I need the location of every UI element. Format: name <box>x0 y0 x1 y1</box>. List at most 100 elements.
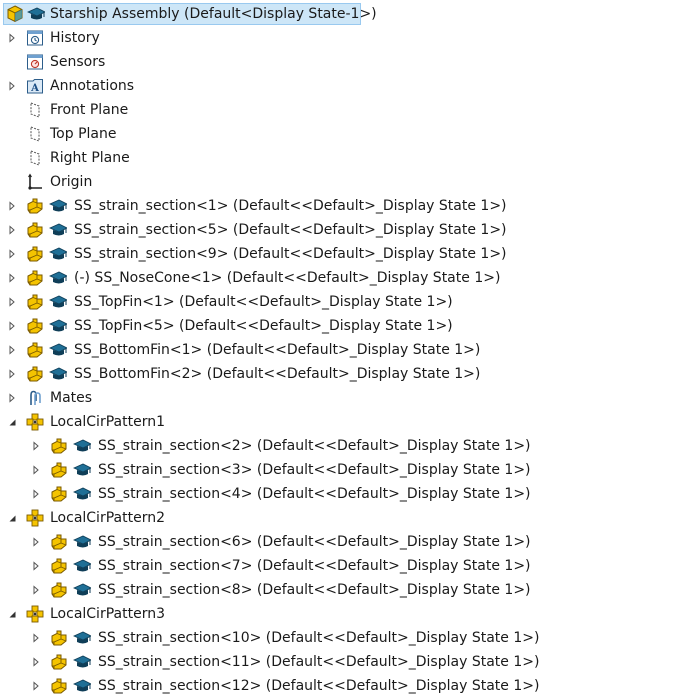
part-icon <box>26 365 44 383</box>
tree-item-ss2[interactable]: SS_strain_section<2> (Default<<Default>_… <box>0 434 679 458</box>
tree-root[interactable]: Starship Assembly (Default<Display State… <box>0 2 679 26</box>
tree-item-botfin1[interactable]: SS_BottomFin<1> (Default<<Default>_Displ… <box>0 338 679 362</box>
tree-item-top-plane[interactable]: Top Plane <box>0 122 679 146</box>
tree-item-label: LocalCirPattern3 <box>50 606 165 622</box>
display-state-icon <box>49 245 67 263</box>
part-icon <box>26 293 44 311</box>
tree-item-pat3[interactable]: LocalCirPattern3 <box>0 602 679 626</box>
tree-item-sensors[interactable]: Sensors <box>0 50 679 74</box>
tree-item-label: LocalCirPattern2 <box>50 510 165 526</box>
collapsed-arrow-icon[interactable] <box>7 321 17 331</box>
collapsed-arrow-icon[interactable] <box>31 681 41 691</box>
origin-icon <box>26 173 44 191</box>
collapsed-arrow-icon[interactable] <box>31 465 41 475</box>
tree-item-front-plane[interactable]: Front Plane <box>0 98 679 122</box>
part-icon <box>50 653 68 671</box>
display-state-icon <box>73 629 91 647</box>
tree-item-label: SS_strain_section<7> (Default<<Default>_… <box>98 558 531 574</box>
tree-item-label: SS_strain_section<3> (Default<<Default>_… <box>98 462 531 478</box>
tree-item-ss11[interactable]: SS_strain_section<11> (Default<<Default>… <box>0 650 679 674</box>
tree-item-ss7[interactable]: SS_strain_section<7> (Default<<Default>_… <box>0 554 679 578</box>
tree-item-label: Sensors <box>50 54 106 70</box>
root-label: Starship Assembly (Default<Display State… <box>50 6 377 22</box>
tree-item-history[interactable]: History <box>0 26 679 50</box>
collapsed-arrow-icon[interactable] <box>7 201 17 211</box>
history-icon <box>26 29 44 47</box>
part-icon <box>50 485 68 503</box>
part-icon <box>26 269 44 287</box>
feature-manager-tree: Starship Assembly (Default<Display State… <box>0 0 679 698</box>
tree-item-ss5[interactable]: SS_strain_section<5> (Default<<Default>_… <box>0 218 679 242</box>
tree-item-label: SS_strain_section<8> (Default<<Default>_… <box>98 582 531 598</box>
tree-item-label: SS_strain_section<1> (Default<<Default>_… <box>74 198 507 214</box>
display-state-icon <box>49 269 67 287</box>
collapsed-arrow-icon[interactable] <box>7 33 17 43</box>
display-state-icon <box>49 365 67 383</box>
part-icon <box>50 629 68 647</box>
plane-icon <box>26 149 44 167</box>
expanded-arrow-icon[interactable] <box>7 513 17 523</box>
tree-item-right-plane[interactable]: Right Plane <box>0 146 679 170</box>
tree-item-ss8[interactable]: SS_strain_section<8> (Default<<Default>_… <box>0 578 679 602</box>
assembly-icon <box>6 5 24 23</box>
collapsed-arrow-icon[interactable] <box>7 393 17 403</box>
tree-item-origin[interactable]: Origin <box>0 170 679 194</box>
collapsed-arrow-icon[interactable] <box>7 81 17 91</box>
display-state-icon <box>49 293 67 311</box>
collapsed-arrow-icon[interactable] <box>7 345 17 355</box>
tree-item-pat2[interactable]: LocalCirPattern2 <box>0 506 679 530</box>
tree-item-pat1[interactable]: LocalCirPattern1 <box>0 410 679 434</box>
part-icon <box>50 461 68 479</box>
display-state-icon <box>49 197 67 215</box>
expanded-arrow-icon[interactable] <box>7 609 17 619</box>
tree-item-label: SS_strain_section<9> (Default<<Default>_… <box>74 246 507 262</box>
plane-icon <box>26 101 44 119</box>
tree-item-label: SS_BottomFin<2> (Default<<Default>_Displ… <box>74 366 481 382</box>
collapsed-arrow-icon[interactable] <box>7 225 17 235</box>
tree-item-label: SS_TopFin<1> (Default<<Default>_Display … <box>74 294 453 310</box>
collapsed-arrow-icon[interactable] <box>31 489 41 499</box>
tree-item-ss4[interactable]: SS_strain_section<4> (Default<<Default>_… <box>0 482 679 506</box>
tree-item-ss3[interactable]: SS_strain_section<3> (Default<<Default>_… <box>0 458 679 482</box>
tree-item-topfin5[interactable]: SS_TopFin<5> (Default<<Default>_Display … <box>0 314 679 338</box>
tree-item-ss12[interactable]: SS_strain_section<12> (Default<<Default>… <box>0 674 679 698</box>
collapsed-arrow-icon[interactable] <box>31 633 41 643</box>
collapsed-arrow-icon[interactable] <box>31 657 41 667</box>
tree-item-nose[interactable]: (-) SS_NoseCone<1> (Default<<Default>_Di… <box>0 266 679 290</box>
collapsed-arrow-icon[interactable] <box>31 561 41 571</box>
part-icon <box>50 533 68 551</box>
tree-item-ss9[interactable]: SS_strain_section<9> (Default<<Default>_… <box>0 242 679 266</box>
collapsed-arrow-icon[interactable] <box>31 441 41 451</box>
part-icon <box>26 341 44 359</box>
tree-item-ss6[interactable]: SS_strain_section<6> (Default<<Default>_… <box>0 530 679 554</box>
mates-icon <box>26 389 44 407</box>
tree-item-label: Top Plane <box>50 126 117 142</box>
tree-item-label: Origin <box>50 174 93 190</box>
tree-item-ss10[interactable]: SS_strain_section<10> (Default<<Default>… <box>0 626 679 650</box>
collapsed-arrow-icon[interactable] <box>31 537 41 547</box>
tree-item-botfin2[interactable]: SS_BottomFin<2> (Default<<Default>_Displ… <box>0 362 679 386</box>
sensor-icon <box>26 53 44 71</box>
display-state-icon <box>73 557 91 575</box>
pattern-icon <box>26 605 44 623</box>
part-icon <box>50 677 68 695</box>
tree-item-label: Front Plane <box>50 102 129 118</box>
pattern-icon <box>26 413 44 431</box>
expanded-arrow-icon[interactable] <box>7 417 17 427</box>
tree-item-label: SS_strain_section<2> (Default<<Default>_… <box>98 438 531 454</box>
part-icon <box>26 245 44 263</box>
display-state-icon <box>73 533 91 551</box>
part-icon <box>26 197 44 215</box>
tree-item-ss1[interactable]: SS_strain_section<1> (Default<<Default>_… <box>0 194 679 218</box>
collapsed-arrow-icon[interactable] <box>31 585 41 595</box>
tree-item-label: SS_strain_section<10> (Default<<Default>… <box>98 630 540 646</box>
annotation-icon: A <box>26 77 44 95</box>
tree-item-mates[interactable]: Mates <box>0 386 679 410</box>
collapsed-arrow-icon[interactable] <box>7 273 17 283</box>
tree-item-annotations[interactable]: A Annotations <box>0 74 679 98</box>
tree-item-label: SS_TopFin<5> (Default<<Default>_Display … <box>74 318 453 334</box>
tree-item-topfin1[interactable]: SS_TopFin<1> (Default<<Default>_Display … <box>0 290 679 314</box>
collapsed-arrow-icon[interactable] <box>7 369 17 379</box>
collapsed-arrow-icon[interactable] <box>7 249 17 259</box>
collapsed-arrow-icon[interactable] <box>7 297 17 307</box>
